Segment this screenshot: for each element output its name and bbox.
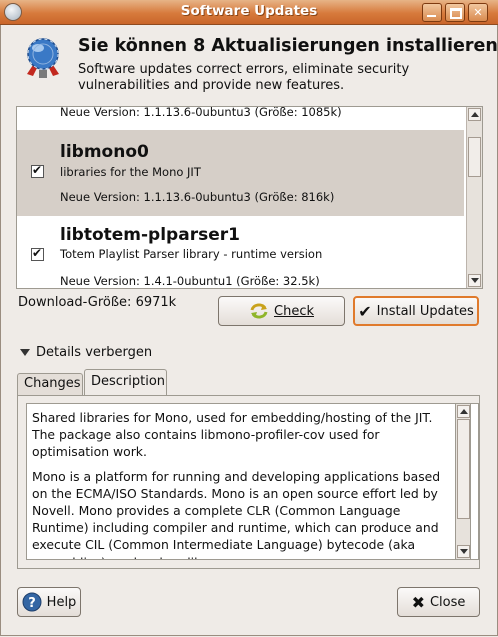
update-manager-icon [27, 38, 59, 78]
download-size-label: Download-Größe: 6971k [18, 295, 177, 310]
list-scrollbar[interactable] [466, 107, 482, 288]
help-button-label: Help [46, 594, 77, 610]
package-version: Neue Version: 1.4.1-0ubuntu1 (Größe: 32.… [60, 274, 320, 288]
install-button-label: Install Updates [376, 303, 474, 319]
description-textview[interactable]: Shared libraries for Mono, used for embe… [26, 403, 479, 560]
expander-arrow-icon [20, 349, 30, 356]
package-description: libraries for the Mono JIT [60, 165, 201, 179]
refresh-icon [250, 303, 268, 319]
scroll-down-arrow-icon[interactable] [468, 274, 481, 287]
package-version: Neue Version: 1.1.13.6-0ubuntu3 (Größe: … [60, 107, 342, 119]
title-bar[interactable]: Software Updates [0, 0, 498, 25]
package-name: libmono0 [60, 142, 149, 162]
maximize-button[interactable] [445, 3, 465, 22]
tab-label: Description [91, 374, 166, 389]
description-paragraph: Shared libraries for Mono, used for embe… [32, 410, 433, 460]
tab-label: Changes [24, 376, 81, 391]
package-description: Totem Playlist Parser library - runtime … [60, 247, 323, 261]
help-button[interactable]: ? Help [17, 587, 81, 617]
close-button[interactable]: ✖ Close [397, 587, 480, 617]
description-scrollbar[interactable] [455, 403, 471, 560]
description-paragraph: Mono is a platform for running and devel… [32, 468, 441, 559]
help-icon: ? [22, 592, 42, 612]
package-checkbox[interactable] [31, 246, 44, 261]
details-expander[interactable]: Details verbergen [20, 345, 152, 360]
updates-list[interactable]: Neue Version: 1.1.13.6-0ubuntu3 (Größe: … [16, 106, 483, 289]
svg-text:?: ? [28, 596, 36, 611]
scroll-down-arrow-icon[interactable] [457, 545, 470, 558]
page-subtitle: Software updates correct errors, elimina… [78, 62, 410, 93]
tab-changes[interactable]: Changes [17, 373, 83, 395]
scroll-up-arrow-icon[interactable] [468, 108, 481, 121]
page-title: Sie können 8 Aktualisierungen installier… [78, 36, 498, 56]
list-item[interactable]: libmono0 libraries for the Mono JIT Neue… [17, 130, 464, 216]
list-item[interactable]: Neue Version: 1.1.13.6-0ubuntu3 (Größe: … [17, 107, 464, 119]
close-window-button[interactable] [468, 3, 488, 22]
scrollbar-thumb[interactable] [468, 137, 481, 177]
minimize-button[interactable] [422, 3, 442, 22]
close-x-icon: ✖ [411, 592, 425, 612]
checkmark-icon: ✔ [358, 301, 372, 321]
check-button-label: Check [274, 303, 314, 319]
details-expander-label: Details verbergen [36, 345, 153, 360]
scrollbar-thumb[interactable] [457, 419, 470, 519]
close-button-label: Close [429, 594, 466, 610]
list-item[interactable]: libtotem-plparser1 Totem Playlist Parser… [17, 216, 464, 288]
install-updates-button[interactable]: ✔ Install Updates [353, 296, 479, 326]
scroll-up-arrow-icon[interactable] [457, 405, 470, 418]
package-name: libtotem-plparser1 [60, 225, 240, 245]
package-checkbox[interactable] [31, 163, 44, 178]
check-button[interactable]: Check [218, 296, 345, 326]
tab-description[interactable]: Description [84, 369, 167, 395]
package-version: Neue Version: 1.1.13.6-0ubuntu3 (Größe: … [60, 190, 335, 204]
